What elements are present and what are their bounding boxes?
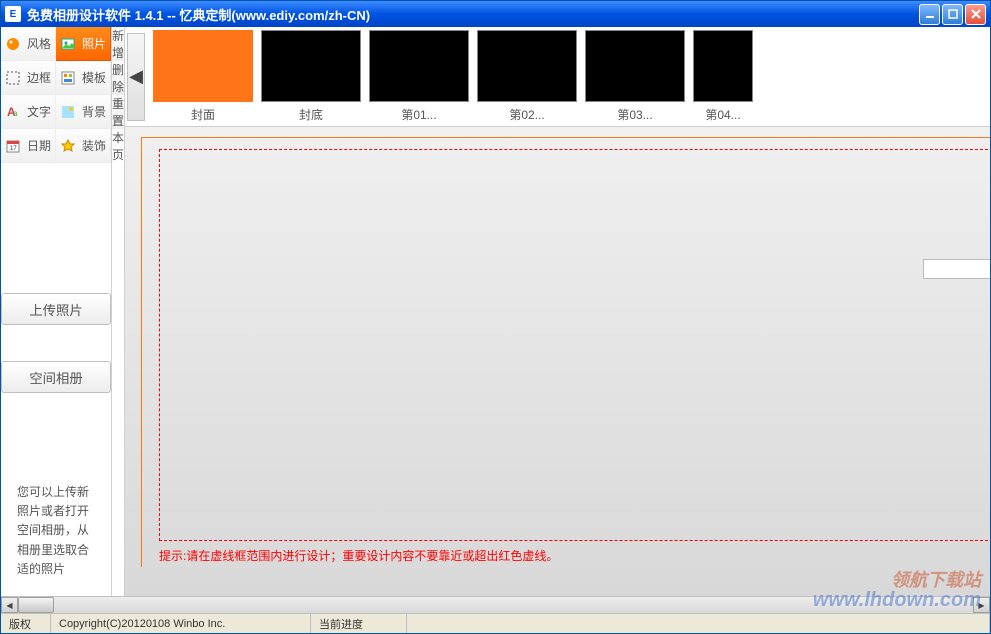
tool-text-label: 文字 [27, 103, 51, 120]
titlebar-text: 免费相册设计软件 1.4.1 -- 忆典定制(www.ediy.com/zh-C… [27, 5, 919, 24]
thumb-prev-button[interactable]: ◀ [127, 33, 145, 121]
maximize-button[interactable] [942, 4, 963, 25]
thumb-image [693, 30, 753, 102]
svg-text:17: 17 [10, 146, 17, 152]
upload-help-text: 您可以上传新照片或者打开空间相册，从相册里选取合适的照片 [1, 483, 111, 579]
add-page-button[interactable]: 新增一页 [112, 27, 124, 61]
tool-template-label: 模板 [82, 69, 106, 86]
thumb-page-03[interactable]: 第03... [585, 30, 685, 123]
tool-text[interactable]: Aa 文字 [1, 95, 56, 129]
floating-toolbar[interactable] [923, 259, 990, 279]
canvas-inner: 提示:请在虚线框范围内进行设计；重要设计内容不要靠近或超出红色虚线。 [125, 127, 990, 596]
minimize-button[interactable] [919, 4, 940, 25]
template-icon [60, 70, 76, 86]
star-icon [60, 138, 76, 154]
tool-border[interactable]: 边框 [1, 61, 56, 95]
thumb-label: 第01... [401, 106, 436, 123]
delete-page-button[interactable]: 删除本页 [112, 61, 124, 95]
thumb-label: 封底 [299, 106, 323, 123]
close-button[interactable] [965, 4, 986, 25]
thumbnail-row: ◀ 封面 封底 第01... [125, 27, 990, 127]
thumb-cover[interactable]: 封面 [153, 30, 253, 123]
tool-style-label: 风格 [27, 35, 51, 52]
thumb-label: 第02... [509, 106, 544, 123]
tool-photo-label: 照片 [82, 35, 106, 52]
tool-date[interactable]: 17 日期 [1, 129, 56, 163]
space-album-button[interactable]: 空间相册 [1, 361, 111, 393]
photo-icon [60, 36, 76, 52]
upload-area: 上传照片 空间相册 您可以上传新照片或者打开空间相册，从相册里选取合适的照片 [1, 163, 111, 596]
horizontal-scrollbar[interactable]: ◀ ▶ [1, 596, 990, 613]
content-area: ◀ 封面 封底 第01... [125, 27, 990, 596]
tool-background[interactable]: 背景 [56, 95, 111, 129]
thumb-image [369, 30, 469, 102]
border-icon [5, 70, 21, 86]
tool-decoration-label: 装饰 [82, 137, 106, 154]
tool-background-label: 背景 [82, 103, 106, 120]
thumb-page-01[interactable]: 第01... [369, 30, 469, 123]
thumb-back[interactable]: 封底 [261, 30, 361, 123]
thumb-page-02[interactable]: 第02... [477, 30, 577, 123]
thumb-image [585, 30, 685, 102]
tool-style[interactable]: 风格 [1, 27, 56, 61]
calendar-icon: 17 [5, 138, 21, 154]
upload-photo-button[interactable]: 上传照片 [1, 293, 111, 325]
outer-frame-left [141, 137, 142, 567]
thumb-label: 第04... [705, 106, 740, 123]
statusbar: 版权 Copyright(C)20120108 Winbo Inc. 当前进度 [1, 613, 990, 633]
background-icon [60, 104, 76, 120]
app-window: E 免费相册设计软件 1.4.1 -- 忆典定制(www.ediy.com/zh… [0, 0, 991, 634]
scroll-right-button[interactable]: ▶ [973, 597, 990, 613]
app-icon: E [5, 6, 21, 22]
tool-grid: 风格 照片 边框 模板 [1, 27, 111, 163]
status-progress-value [407, 614, 990, 633]
tool-date-label: 日期 [27, 137, 51, 154]
status-copyright-label: 版权 [1, 614, 51, 633]
thumb-image [477, 30, 577, 102]
reset-page-button[interactable]: 重置本页 [112, 95, 124, 129]
main-area: 风格 照片 边框 模板 [1, 27, 990, 596]
canvas-hint: 提示:请在虚线框范围内进行设计；重要设计内容不要靠近或超出红色虚线。 [159, 547, 558, 564]
svg-text:a: a [13, 109, 18, 118]
status-copyright-text: Copyright(C)20120108 Winbo Inc. [51, 614, 311, 633]
thumbs-container: 封面 封底 第01... 第02... [145, 27, 990, 127]
thumb-image [153, 30, 253, 102]
thumb-label: 第03... [617, 106, 652, 123]
thumb-label: 封面 [191, 106, 215, 123]
scroll-track[interactable] [54, 597, 973, 613]
tool-template[interactable]: 模板 [56, 61, 111, 95]
text-icon: Aa [5, 104, 21, 120]
safe-zone [159, 149, 990, 541]
thumb-image [261, 30, 361, 102]
scroll-thumb[interactable] [18, 597, 54, 613]
mid-panel: 新增一页 删除本页 重置本页 [112, 27, 125, 596]
palette-icon [5, 36, 21, 52]
tool-border-label: 边框 [27, 69, 51, 86]
thumb-page-04[interactable]: 第04... [693, 30, 753, 123]
titlebar: E 免费相册设计软件 1.4.1 -- 忆典定制(www.ediy.com/zh… [1, 1, 990, 27]
scroll-left-button[interactable]: ◀ [1, 597, 18, 613]
left-panel: 风格 照片 边框 模板 [1, 27, 112, 596]
status-progress-label: 当前进度 [311, 614, 407, 633]
canvas-area[interactable]: 提示:请在虚线框范围内进行设计；重要设计内容不要靠近或超出红色虚线。 [125, 127, 990, 596]
tool-photo[interactable]: 照片 [56, 27, 111, 61]
tool-decoration[interactable]: 装饰 [56, 129, 111, 163]
